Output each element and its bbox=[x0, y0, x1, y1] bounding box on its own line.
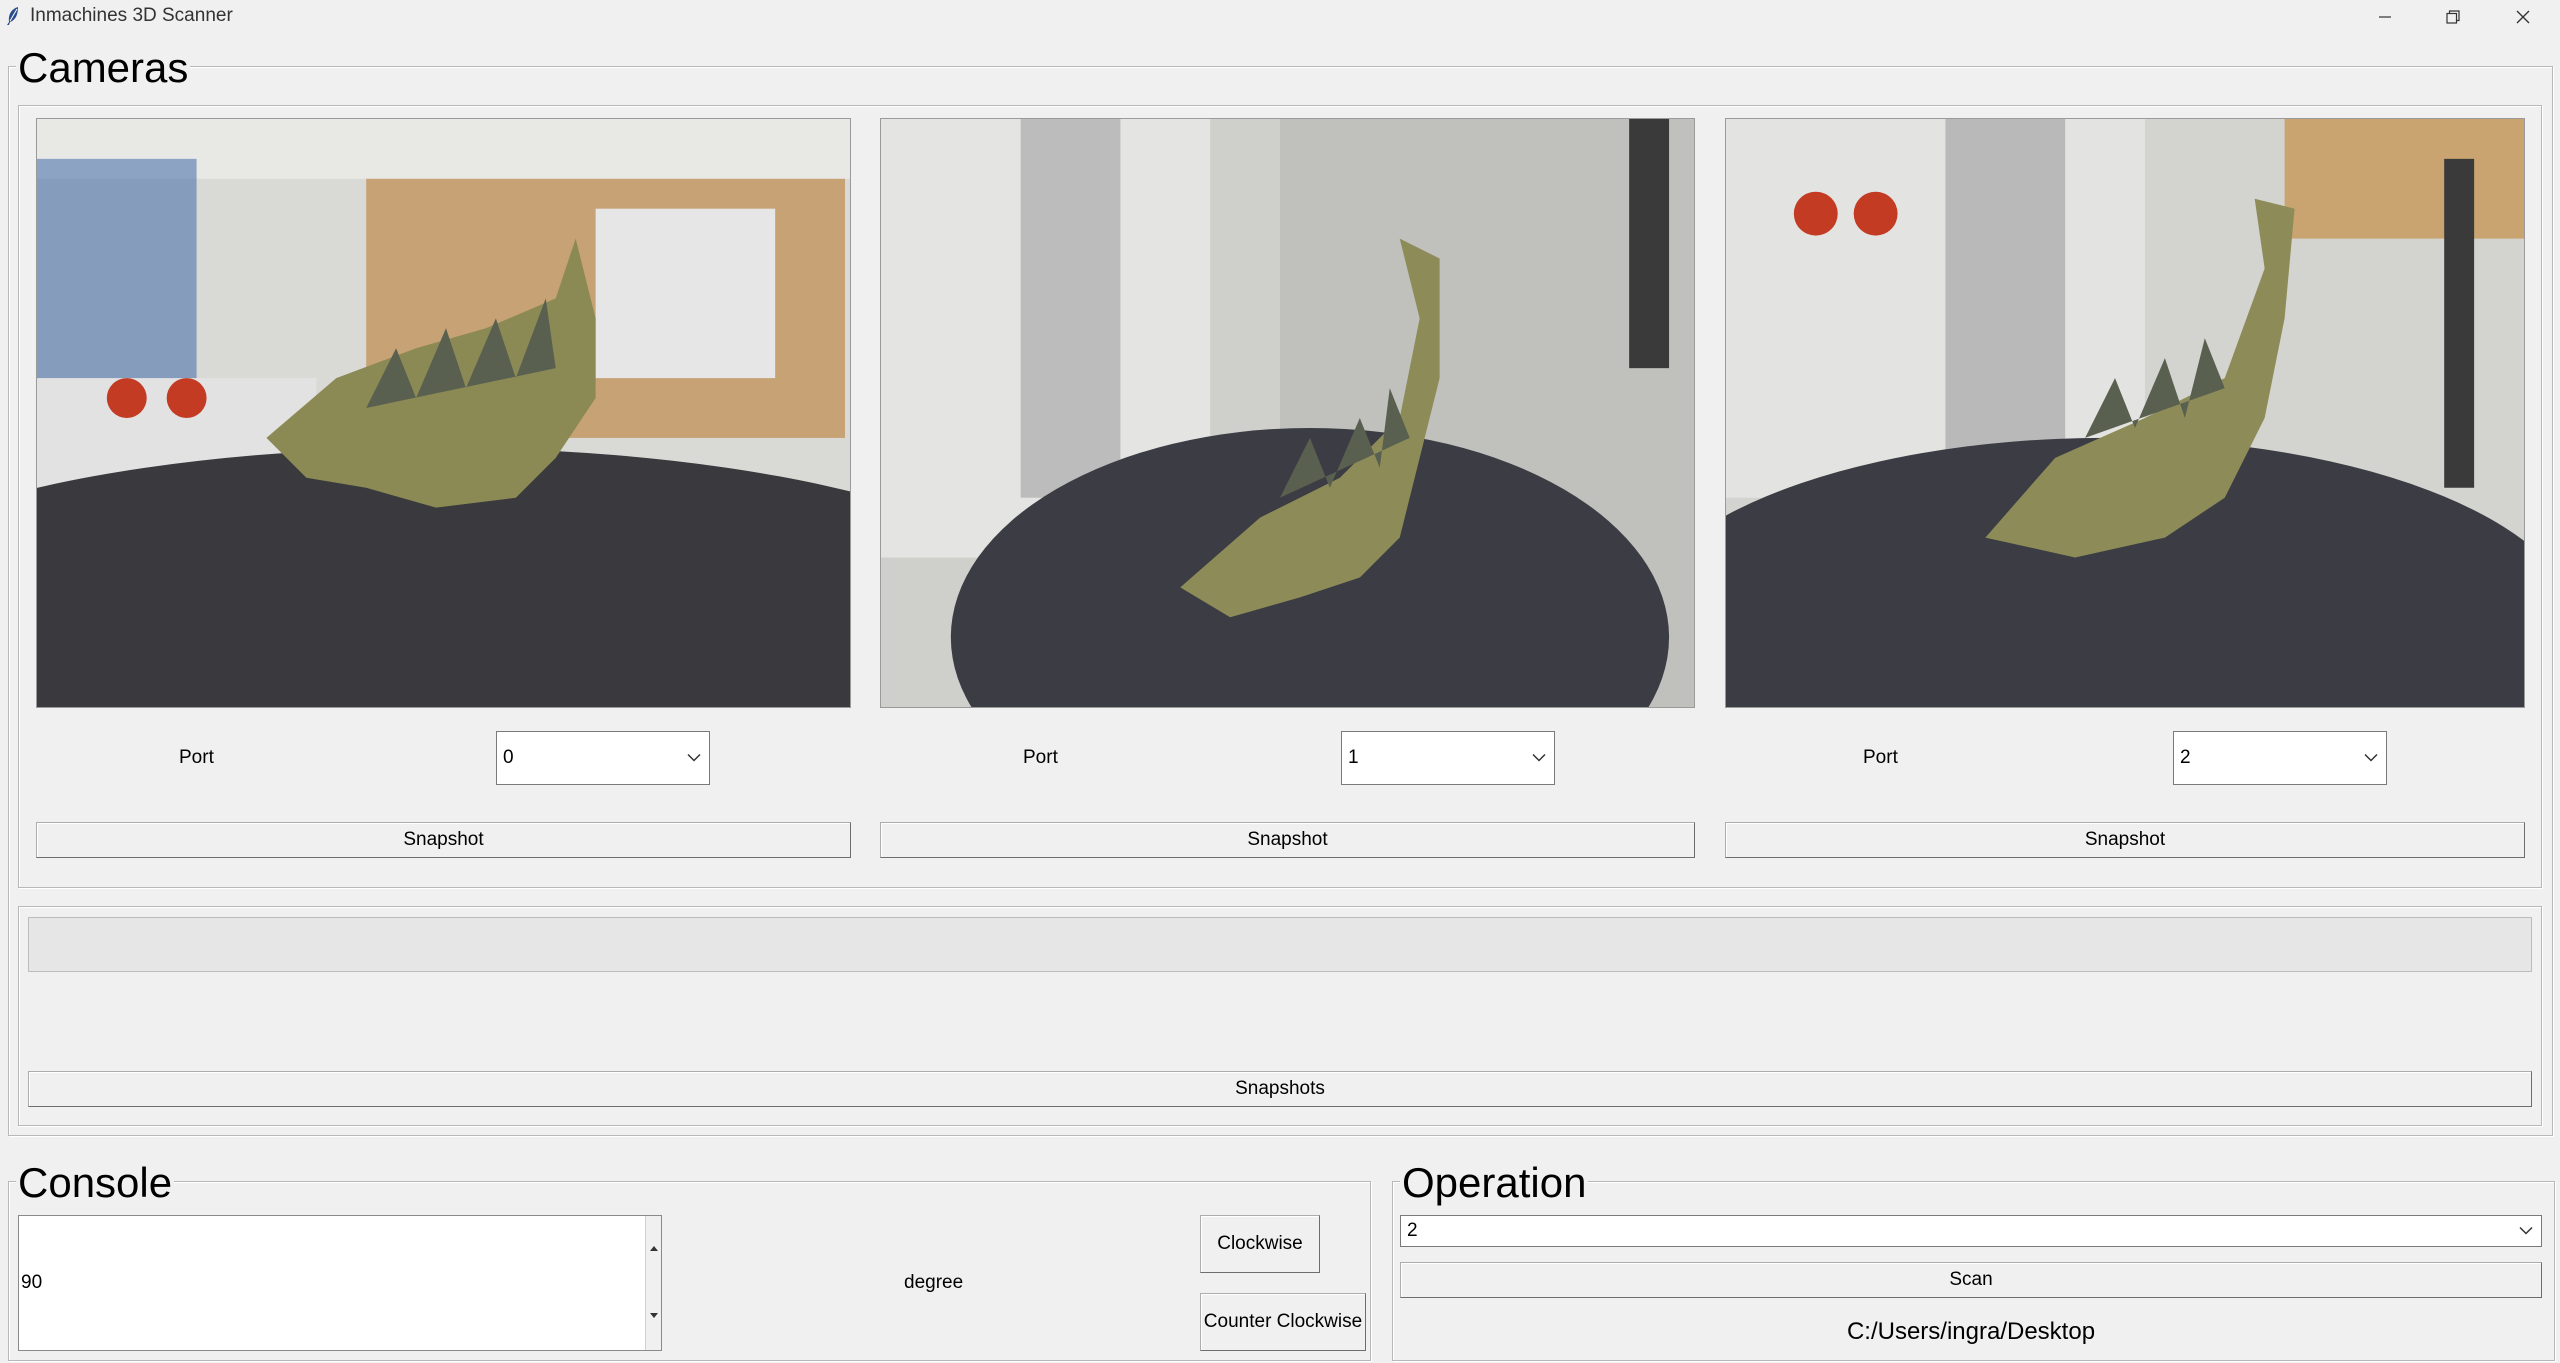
camera-3-port-label: Port bbox=[1863, 747, 1898, 768]
close-icon bbox=[2516, 10, 2530, 24]
console-degree-input[interactable]: 90 bbox=[18, 1215, 662, 1351]
minimize-button[interactable] bbox=[2350, 0, 2420, 34]
scroll-down-icon[interactable] bbox=[649, 1312, 659, 1320]
camera-feed-3 bbox=[1725, 118, 2525, 708]
scroll-up-icon[interactable] bbox=[649, 1244, 659, 1252]
camera-feed-2 bbox=[880, 118, 1695, 708]
minimize-icon bbox=[2379, 16, 2391, 18]
operation-selected-value: 2 bbox=[1407, 1220, 1418, 1241]
console-scrollbar[interactable] bbox=[645, 1216, 661, 1350]
camera-2-port-select[interactable]: 1 bbox=[1341, 731, 1555, 785]
camera-feed-1 bbox=[36, 118, 851, 708]
feather-icon bbox=[6, 6, 20, 26]
snapshots-button[interactable]: Snapshots bbox=[28, 1071, 2532, 1107]
progress-bar bbox=[28, 917, 2532, 972]
counter-clockwise-button[interactable]: Counter Clockwise bbox=[1200, 1293, 1366, 1351]
output-path-label: C:/Users/ingra/Desktop bbox=[1846, 1318, 2096, 1345]
camera-1-port-label: Port bbox=[179, 747, 214, 768]
camera-3-port-select[interactable]: 2 bbox=[2173, 731, 2387, 785]
camera-2-port-label: Port bbox=[1023, 747, 1058, 768]
window-title: Inmachines 3D Scanner bbox=[30, 5, 233, 26]
clockwise-button[interactable]: Clockwise bbox=[1200, 1215, 1320, 1273]
camera-2-port-value: 1 bbox=[1348, 747, 1359, 768]
camera-1-port-value: 0 bbox=[503, 747, 514, 768]
camera-3-snapshot-button[interactable]: Snapshot bbox=[1725, 822, 2525, 858]
camera-3-port-value: 2 bbox=[2180, 747, 2191, 768]
chevron-down-icon bbox=[687, 753, 701, 762]
degree-label: degree bbox=[904, 1272, 964, 1293]
chevron-down-icon bbox=[2519, 1226, 2533, 1235]
camera-1-snapshot-button[interactable]: Snapshot bbox=[36, 822, 851, 858]
chevron-down-icon bbox=[2364, 753, 2378, 762]
scan-button[interactable]: Scan bbox=[1400, 1262, 2542, 1298]
restore-button[interactable] bbox=[2418, 0, 2488, 34]
camera-1-port-select[interactable]: 0 bbox=[496, 731, 710, 785]
title-bar: Inmachines 3D Scanner bbox=[0, 0, 2560, 34]
cameras-legend: Cameras bbox=[16, 44, 191, 91]
camera-2-snapshot-button[interactable]: Snapshot bbox=[880, 822, 1695, 858]
close-button[interactable] bbox=[2488, 0, 2558, 34]
restore-icon bbox=[2446, 10, 2460, 24]
operation-legend: Operation bbox=[1400, 1159, 1589, 1206]
console-legend: Console bbox=[16, 1159, 175, 1206]
console-degree-value: 90 bbox=[21, 1272, 43, 1293]
chevron-down-icon bbox=[1532, 753, 1546, 762]
operation-select[interactable]: 2 bbox=[1400, 1215, 2542, 1247]
